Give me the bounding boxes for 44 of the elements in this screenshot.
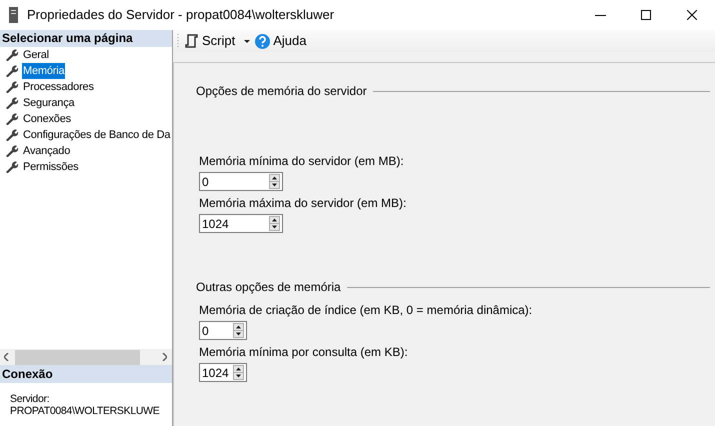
window-title: Propriedades do Servidor - propat0084\wolterskluwer [27,6,334,24]
field-label: Memória máxima do servidor (em MB): [199,196,408,210]
server-label: Servidor: [10,393,50,405]
field-label: Memória mínima por consulta (em KB): [199,345,409,359]
field-label: Memória de criação de índice (em KB, 0 = memória dinâmica): [199,303,534,317]
group-title: Opções de memória do servidor [196,83,367,100]
minimize-icon [594,14,606,16]
page-list-item[interactable]: Conexões [22,111,72,127]
panel-header: Selecionar uma página [0,30,172,47]
spin-arrows-icon[interactable] [269,174,280,189]
help-icon [255,34,270,48]
server-icon [9,7,18,23]
page-list-item[interactable]: Geral [22,47,50,63]
number-field[interactable]: 0 [199,172,283,191]
server-name: PROPAT0084\WOLTERSKLUWE [10,405,160,417]
maximize-icon [641,10,651,20]
page-list-item[interactable]: Permissões [22,159,80,175]
script-button[interactable]: Script [185,31,236,51]
number-field[interactable]: 1024 [199,214,283,233]
page-list-item[interactable]: Processadores [22,79,95,95]
page-list-item[interactable]: Segurança [22,95,76,111]
wrench-icon [5,145,18,157]
wrench-icon [5,113,18,125]
close-icon [687,10,697,20]
wrench-icon [5,65,18,77]
group-title: Outras opções de memória [196,279,341,296]
page-list-item[interactable]: Memória [22,63,66,79]
wrench-icon [5,97,18,109]
horizontal-scrollbar[interactable] [0,349,172,365]
spin-arrows-icon[interactable] [233,323,244,338]
scrollbar-thumb[interactable] [15,350,140,364]
page-list-item[interactable]: Configurações de Banco de Da [22,127,172,143]
wrench-icon [5,161,18,173]
field-label: Memória mínima do servidor (em MB): [199,154,405,168]
wrench-icon [5,49,18,61]
dropdown-arrow-icon[interactable] [244,40,250,42]
spin-arrows-icon[interactable] [233,365,244,380]
panel-header: Conexão [0,365,172,383]
spin-arrows-icon[interactable] [269,216,280,231]
wrench-icon [5,129,18,141]
page-list-item[interactable]: Avançado [22,143,72,159]
wrench-icon [5,81,18,93]
help-button[interactable]: Ajuda [255,31,306,51]
scroll-icon [185,34,198,48]
